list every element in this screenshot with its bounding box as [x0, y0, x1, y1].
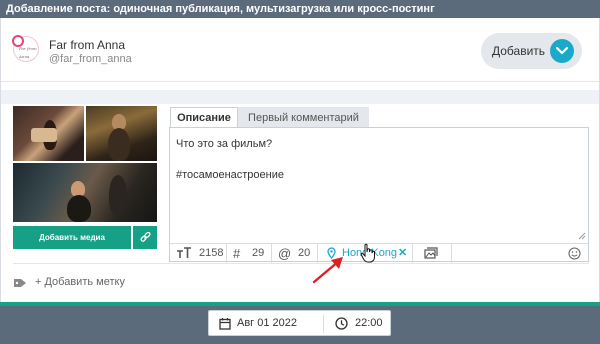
add-label-text: + Добавить метку [35, 276, 125, 288]
schedule-date[interactable]: Авг 01 2022 [237, 317, 297, 329]
add-post-button-label: Добавить [492, 44, 546, 58]
media-thumbnail-2[interactable] [86, 106, 157, 161]
section-separator [1, 90, 599, 104]
divider [323, 315, 324, 333]
add-label-row[interactable]: + Добавить метку [13, 274, 589, 292]
post-editor-card: Far from Anna Far from Anna @far_from_an… [0, 18, 600, 302]
account-handle: @far_from_anna [49, 53, 132, 65]
resize-handle-icon[interactable] [578, 232, 586, 240]
schedule-picker[interactable]: Авг 01 2022 22:00 [208, 310, 391, 336]
emoji-icon[interactable] [568, 244, 581, 263]
footer-divider [412, 244, 413, 263]
tab-first-comment[interactable]: Первый комментарий [238, 107, 369, 127]
hashtag-count: 29 [252, 247, 265, 259]
post-text-editor[interactable]: Что это за фильм? #тосамоенастроение 215… [169, 127, 589, 263]
avatar: Far from Anna [12, 35, 39, 62]
avatar-logo-text: Far from Anna [19, 46, 37, 59]
account-name: Far from Anna [49, 38, 126, 52]
media-thumbnail-3[interactable] [13, 163, 157, 222]
chevron-down-icon[interactable] [550, 39, 574, 63]
hand-pointer-icon [360, 243, 375, 263]
red-arrow-annotation [312, 257, 343, 284]
schedule-time[interactable]: 22:00 [355, 317, 383, 329]
add-post-button[interactable]: Добавить [481, 33, 582, 69]
calendar-icon [219, 318, 231, 330]
account-row: Far from Anna Far from Anna @far_from_an… [1, 18, 599, 82]
remove-location-icon[interactable]: ✕ [398, 244, 407, 263]
mention-icon[interactable]: @ [278, 244, 291, 263]
tab-description[interactable]: Описание [170, 107, 238, 127]
footer-divider [226, 244, 227, 263]
mention-count: 20 [298, 247, 311, 259]
hashtag-icon[interactable]: # [233, 244, 240, 263]
clock-icon [335, 317, 348, 330]
add-media-button[interactable]: Добавить медиа [13, 226, 131, 249]
image-gallery-icon[interactable] [424, 244, 438, 263]
divider [13, 263, 589, 264]
text-size-icon [176, 244, 192, 263]
media-thumbnail-1[interactable] [13, 106, 84, 161]
schedule-bar: Авг 01 2022 22:00 [0, 306, 600, 344]
editor-footer: 2158 # 29 @ 20 Hong Kong ✕ [170, 243, 588, 263]
footer-divider [451, 244, 452, 263]
post-text-line-2: #тосамоенастроение [176, 169, 284, 181]
link-icon[interactable] [133, 226, 157, 249]
char-count: 2158 [199, 247, 224, 259]
media-thumbnails [13, 106, 158, 222]
page-header: Добавление поста: одиночная публикация, … [0, 0, 600, 18]
post-text-line-1: Что это за фильм? [176, 138, 273, 150]
tag-icon [14, 279, 26, 287]
footer-divider [271, 244, 272, 263]
